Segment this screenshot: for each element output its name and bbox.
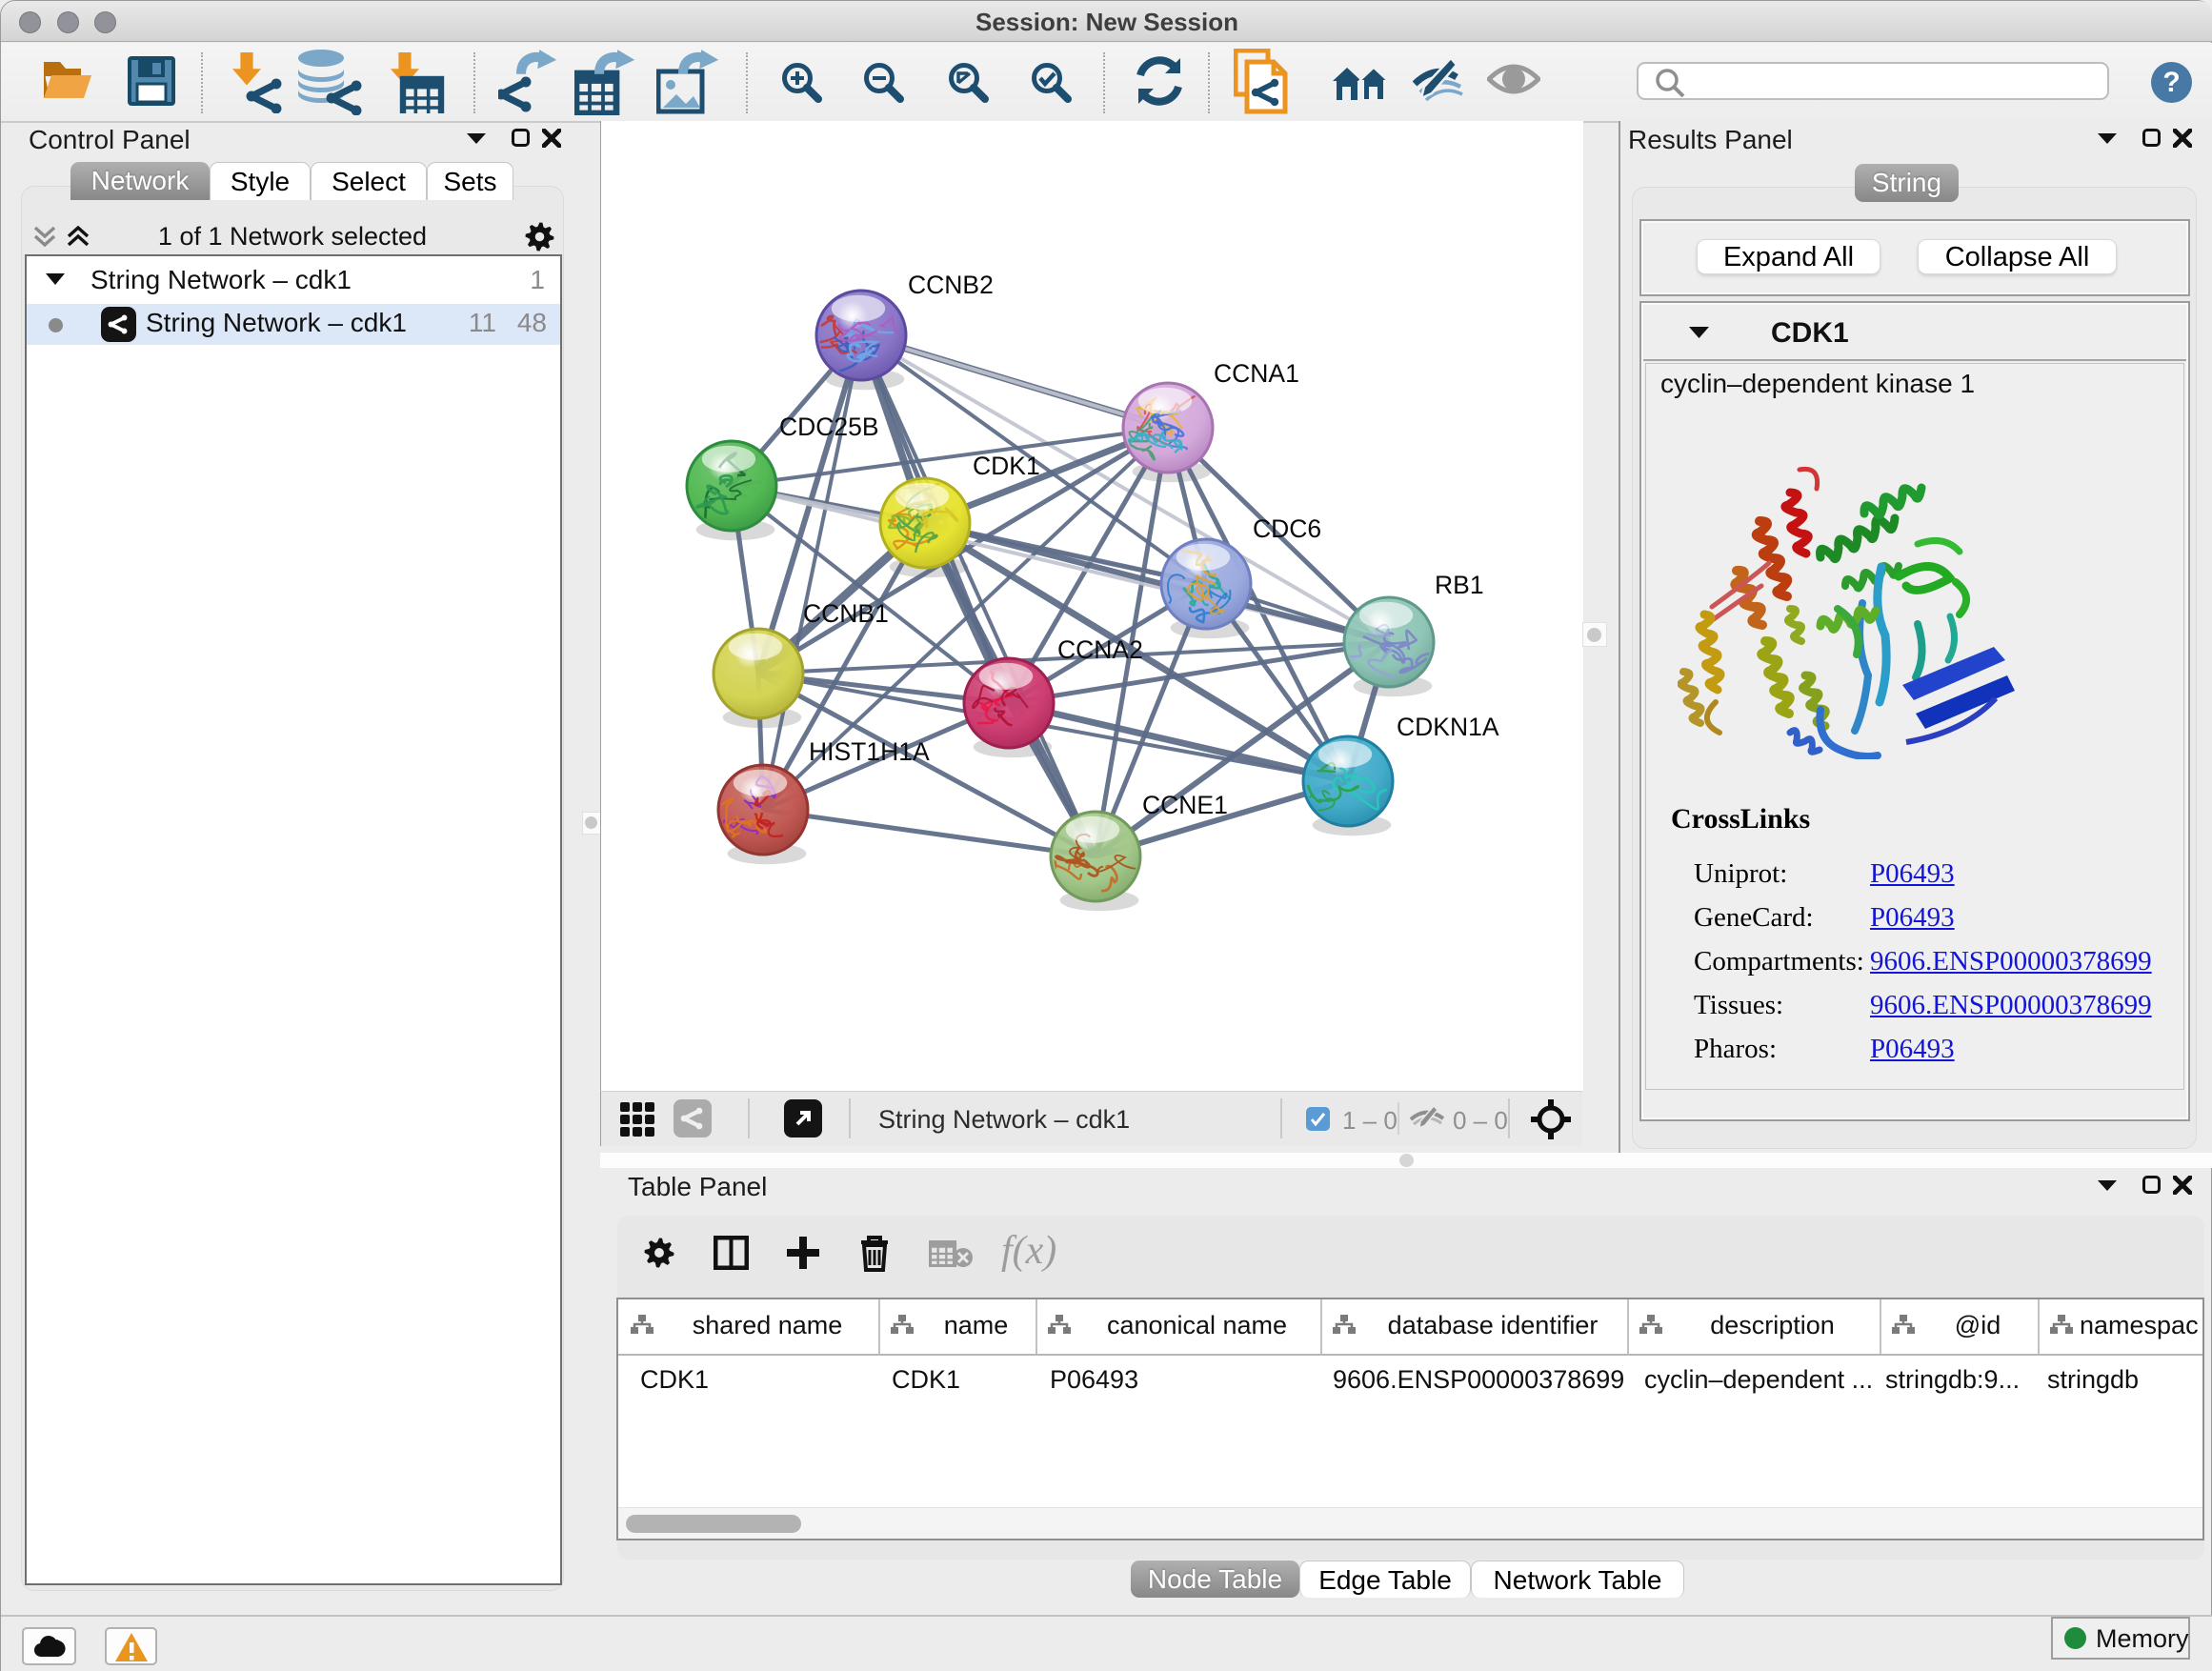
svg-text:CDC25B: CDC25B xyxy=(779,413,879,441)
svg-text:CCNB1: CCNB1 xyxy=(803,599,889,628)
svg-text:CCNE1: CCNE1 xyxy=(1142,791,1228,819)
svg-text:RB1: RB1 xyxy=(1435,571,1484,599)
svg-text:CDK1: CDK1 xyxy=(973,452,1040,480)
svg-text:CCNA2: CCNA2 xyxy=(1057,635,1143,664)
svg-text:CDC6: CDC6 xyxy=(1253,514,1321,543)
svg-text:CCNA1: CCNA1 xyxy=(1214,359,1299,388)
svg-text:CDKN1A: CDKN1A xyxy=(1397,713,1499,741)
svg-text:CCNB2: CCNB2 xyxy=(908,271,994,299)
svg-text:HIST1H1A: HIST1H1A xyxy=(809,737,930,766)
